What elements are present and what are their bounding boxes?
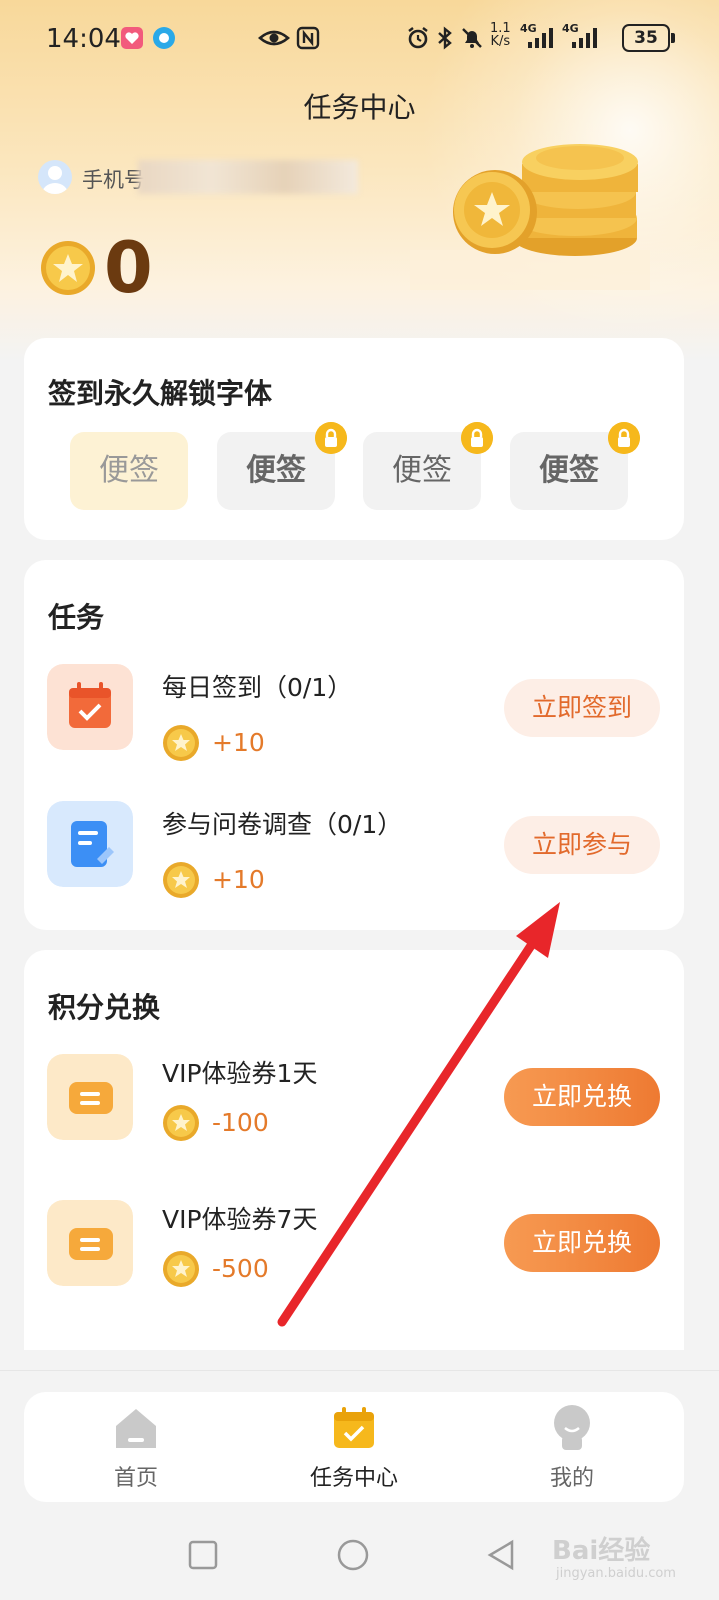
task-title: 每日签到（0/1） <box>162 673 353 702</box>
font-chip-3[interactable]: 便签 <box>363 422 493 510</box>
browser-app-icon <box>153 27 175 49</box>
survey-document-icon <box>47 801 133 887</box>
exchange-item-title: VIP体验券7天 <box>162 1205 318 1234</box>
coin-icon <box>41 241 95 295</box>
font-chip-3-label: 便签 <box>392 453 452 488</box>
font-chip-2-label: 便签 <box>246 453 306 488</box>
coin-icon <box>163 1105 199 1141</box>
exchange-title: 积分兑换 <box>48 991 161 1024</box>
nfc-icon <box>296 26 320 50</box>
task-points: +10 <box>212 865 265 894</box>
avatar[interactable] <box>38 160 72 194</box>
redeem-button[interactable]: 立即兑换 <box>504 1214 660 1272</box>
font-chip-4-label: 便签 <box>539 453 599 488</box>
nav-home-label: 首页 <box>113 1466 158 1491</box>
eye-icon <box>258 30 290 46</box>
redeem-button[interactable]: 立即兑换 <box>504 1068 660 1126</box>
username-label: 手机号 <box>82 168 145 192</box>
tasks-title: 任务 <box>48 601 105 634</box>
exchange-cost: -500 <box>212 1254 269 1283</box>
font-chip-4[interactable]: 便签 <box>510 422 640 510</box>
battery-icon: 35 <box>622 24 675 52</box>
coin-icon <box>163 1251 199 1287</box>
speed-unit: K/s <box>490 34 511 49</box>
heart-app-icon <box>121 27 143 49</box>
back-icon[interactable] <box>484 1538 518 1572</box>
watermark-url: jingyan.baidu.com <box>556 1566 676 1581</box>
nav-task-center[interactable]: 任务中心 <box>254 1392 454 1502</box>
coin-icon <box>163 725 199 761</box>
mute-bell-icon <box>462 28 482 48</box>
bluetooth-icon <box>438 26 452 50</box>
alarm-icon <box>408 27 428 49</box>
status-bar: 14:04 1.1 K/s 4G 4G 35 <box>0 14 719 62</box>
unlock-fonts-title: 签到永久解锁字体 <box>48 377 273 410</box>
lock-icon <box>461 422 493 454</box>
task-title: 参与问卷调查（0/1） <box>162 810 403 839</box>
exchange-cost: -100 <box>212 1108 269 1137</box>
calendar-check-icon <box>47 664 133 750</box>
lock-icon <box>315 422 347 454</box>
exchange-item-title: VIP体验券1天 <box>162 1059 318 1088</box>
ticket-icon <box>47 1200 133 1286</box>
status-time: 14:04 <box>46 24 121 54</box>
signal-icon <box>528 28 553 48</box>
redacted-phone-number <box>138 160 358 194</box>
unlock-fonts-card: 签到永久解锁字体 便签 便签 便签 便签 <box>24 338 684 540</box>
lock-icon <box>608 422 640 454</box>
font-chip-2[interactable]: 便签 <box>217 422 347 510</box>
task-points: +10 <box>212 728 265 757</box>
sign-in-button[interactable]: 立即签到 <box>504 679 660 737</box>
tasks-card: 任务 每日签到（0/1） +10 立即签到 参与问卷调查（0/1） +10 立即… <box>24 560 684 930</box>
nav-profile[interactable]: 我的 <box>472 1392 672 1502</box>
bottom-nav: 首页 任务中心 我的 <box>24 1392 684 1502</box>
divider <box>0 1370 719 1371</box>
nav-home[interactable]: 首页 <box>36 1392 236 1502</box>
coin-balance: 0 <box>104 227 153 309</box>
profile-icon <box>554 1405 590 1450</box>
watermark-logo: Bai经验 <box>552 1536 651 1566</box>
nav-task-center-label: 任务中心 <box>309 1466 398 1491</box>
nav-profile-label: 我的 <box>549 1466 594 1491</box>
points-exchange-card: 积分兑换 VIP体验券1天 -100 立即兑换 VIP体验券7天 -500 立即… <box>24 950 684 1350</box>
task-calendar-icon <box>334 1407 374 1448</box>
ticket-icon <box>47 1054 133 1140</box>
coin-stack-illustration <box>410 144 650 290</box>
signal-icon-2 <box>572 28 597 48</box>
recent-apps-icon[interactable] <box>188 1540 218 1570</box>
font-chip-default[interactable]: 便签 <box>70 432 188 510</box>
home-circle-icon[interactable] <box>336 1538 370 1572</box>
join-survey-button[interactable]: 立即参与 <box>504 816 660 874</box>
coin-icon <box>163 862 199 898</box>
home-icon <box>116 1409 156 1448</box>
network-speed: 1.1 K/s <box>490 22 511 48</box>
avatar-person-icon <box>42 166 68 194</box>
